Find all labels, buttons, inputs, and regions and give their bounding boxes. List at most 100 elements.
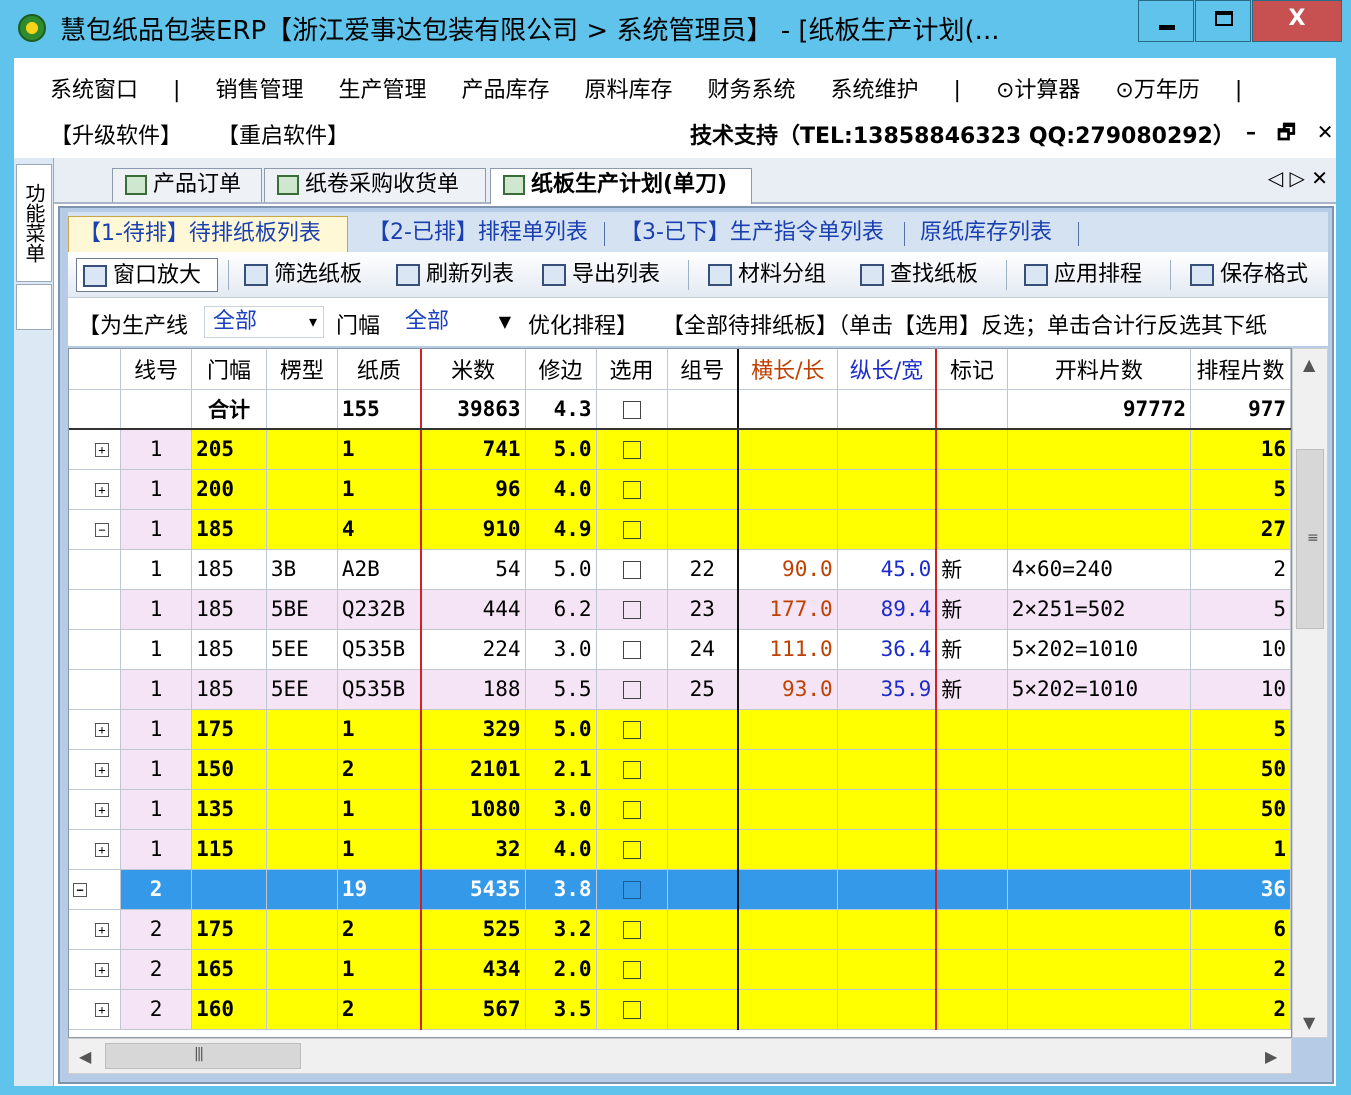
- cell-select[interactable]: [596, 909, 668, 950]
- checkbox[interactable]: [622, 961, 641, 979]
- menu-calendar[interactable]: ⊙万年历: [1115, 78, 1199, 103]
- col-header-trim[interactable]: 修边: [525, 349, 597, 390]
- checkbox[interactable]: [622, 841, 641, 859]
- scroll-up-icon[interactable]: ▲: [1303, 355, 1315, 374]
- tab-nav-arrows[interactable]: ◁ ▷ ✕: [1268, 166, 1328, 190]
- summary-row[interactable]: 合计 155 39863 4.3 97772 977: [69, 389, 1291, 430]
- expand-icon[interactable]: +: [95, 923, 109, 937]
- subtab-pending[interactable]: 【1-待排】待排纸板列表: [68, 216, 348, 252]
- cell-select[interactable]: [596, 589, 668, 630]
- menu-maintenance[interactable]: 系统维护: [831, 78, 919, 103]
- checkbox[interactable]: [622, 481, 641, 499]
- function-menu-tab[interactable]: 功能菜单: [16, 164, 52, 282]
- tree-toggle-cell[interactable]: +: [69, 949, 122, 990]
- checkbox[interactable]: [622, 400, 641, 419]
- collapse-icon[interactable]: −: [73, 883, 87, 897]
- col-header-cut[interactable]: 开料片数: [1007, 349, 1192, 390]
- cell-select[interactable]: [596, 549, 668, 590]
- tree-toggle-cell[interactable]: +: [69, 749, 122, 790]
- col-header-paper[interactable]: 纸质: [337, 349, 422, 390]
- expand-icon[interactable]: +: [95, 763, 109, 777]
- checkbox[interactable]: [622, 521, 641, 539]
- collapse-icon[interactable]: −: [95, 523, 109, 537]
- cell-select[interactable]: [596, 989, 668, 1030]
- filter-board-button[interactable]: 筛选纸板: [238, 258, 362, 292]
- checkbox[interactable]: [622, 561, 641, 579]
- checkbox[interactable]: [622, 681, 641, 699]
- menu-calculator[interactable]: ⊙计算器: [996, 78, 1080, 103]
- cell-select[interactable]: [596, 509, 668, 550]
- checkbox[interactable]: [622, 761, 641, 779]
- mdi-minimize-icon[interactable]: –: [1246, 120, 1256, 144]
- expand-icon[interactable]: +: [95, 443, 109, 458]
- find-board-button[interactable]: 查找纸板: [854, 258, 978, 292]
- table-row-detail[interactable]: 1 185 5EE Q535B 188 5.5 25 93.0 35.9 新 5×202=1010 1…: [69, 669, 1291, 710]
- col-header-vlen[interactable]: 纵长/宽: [837, 349, 938, 390]
- tree-toggle-cell[interactable]: −: [69, 509, 122, 550]
- table-row-detail[interactable]: 1 185 3B A2B 54 5.0 22 90.0 45.0 新 4×60=240 2: [69, 549, 1291, 590]
- checkbox[interactable]: [622, 441, 641, 460]
- menu-sales[interactable]: 销售管理: [215, 78, 303, 103]
- apply-schedule-button[interactable]: 应用排程: [1018, 258, 1142, 292]
- col-header-mark[interactable]: 标记: [936, 349, 1008, 390]
- checkbox[interactable]: [622, 721, 641, 739]
- menu-material-stock[interactable]: 原料库存: [584, 78, 672, 103]
- table-row-group[interactable]: +1 135 1 1080 3.0 50: [69, 789, 1291, 830]
- material-group-button[interactable]: 材料分组: [702, 258, 826, 292]
- save-format-button[interactable]: 保存格式: [1184, 258, 1308, 292]
- menu-product-stock[interactable]: 产品库存: [461, 78, 549, 103]
- col-header-flute[interactable]: 楞型: [266, 349, 338, 390]
- vertical-scroll-thumb[interactable]: ≡: [1296, 449, 1324, 629]
- table-row-group[interactable]: +1 200 1 96 4.0 5: [69, 469, 1291, 510]
- expand-icon[interactable]: +: [95, 963, 109, 977]
- table-row-group[interactable]: +1 205 1 741 5.0 16: [69, 429, 1291, 470]
- table-row-group[interactable]: +2 160 2 567 3.5 2: [69, 989, 1291, 1030]
- col-header-group[interactable]: 组号: [667, 349, 740, 390]
- mdi-close-icon[interactable]: ✕: [1317, 120, 1334, 144]
- checkbox[interactable]: [622, 641, 641, 659]
- row-selector[interactable]: [69, 389, 122, 430]
- tab-roll-purchase[interactable]: 纸卷采购收货单: [264, 168, 486, 202]
- vertical-scrollbar[interactable]: ▲ ≡ ▼: [1292, 348, 1328, 1038]
- table-row-group[interactable]: +2 165 1 434 2.0 2: [69, 949, 1291, 990]
- menu-production[interactable]: 生产管理: [338, 78, 426, 103]
- subtab-scheduled[interactable]: 【2-已排】排程单列表: [358, 216, 598, 252]
- minimize-button[interactable]: [1138, 0, 1194, 42]
- width-select[interactable]: 全部 ▼: [396, 306, 518, 338]
- tree-toggle-cell[interactable]: +: [69, 909, 122, 950]
- tree-toggle-cell[interactable]: +: [69, 429, 122, 470]
- cell-select[interactable]: [596, 429, 668, 470]
- horizontal-scroll-thumb[interactable]: |||: [105, 1043, 301, 1069]
- col-header-width[interactable]: 门幅: [191, 349, 267, 390]
- table-row-group[interactable]: −1 185 4 910 4.9 27: [69, 509, 1291, 550]
- expand-icon[interactable]: +: [95, 723, 109, 737]
- table-row-detail[interactable]: 1 185 5BE Q232B 444 6.2 23 177.0 89.4 新 2×251=502 5: [69, 589, 1291, 630]
- mdi-restore-icon[interactable]: 🗗: [1277, 120, 1296, 144]
- scroll-down-icon[interactable]: ▼: [1303, 1013, 1315, 1032]
- row-selector-header[interactable]: [69, 349, 122, 390]
- cell-select[interactable]: [596, 469, 668, 510]
- table-row-group[interactable]: +1 175 1 329 5.0 5: [69, 709, 1291, 750]
- col-header-sched[interactable]: 排程片数: [1190, 349, 1291, 390]
- cell-select[interactable]: [596, 629, 668, 670]
- expand-icon[interactable]: +: [95, 843, 109, 857]
- tab-product-order[interactable]: 产品订单: [112, 168, 262, 202]
- checkbox[interactable]: [622, 601, 641, 619]
- checkbox[interactable]: [622, 1001, 641, 1019]
- menu-finance[interactable]: 财务系统: [708, 78, 796, 103]
- cell-select[interactable]: [596, 829, 668, 870]
- tree-toggle-cell[interactable]: +: [69, 829, 122, 870]
- production-line-select[interactable]: 全部 ▾: [204, 306, 324, 338]
- tree-toggle-cell[interactable]: +: [69, 989, 122, 1030]
- checkbox[interactable]: [622, 801, 641, 819]
- cell-select[interactable]: [596, 789, 668, 830]
- checkbox[interactable]: [622, 921, 641, 939]
- checkbox[interactable]: [622, 881, 641, 899]
- col-header-meters[interactable]: 米数: [420, 349, 526, 390]
- col-header-select[interactable]: 选用: [596, 349, 668, 390]
- table-row-group[interactable]: +2 175 2 525 3.2 6: [69, 909, 1291, 950]
- close-button[interactable]: X: [1252, 0, 1342, 42]
- scroll-left-icon[interactable]: ◀: [79, 1047, 91, 1066]
- side-panel-blank-tab[interactable]: [16, 284, 52, 330]
- horizontal-scrollbar[interactable]: ◀ ||| ▶: [68, 1038, 1292, 1074]
